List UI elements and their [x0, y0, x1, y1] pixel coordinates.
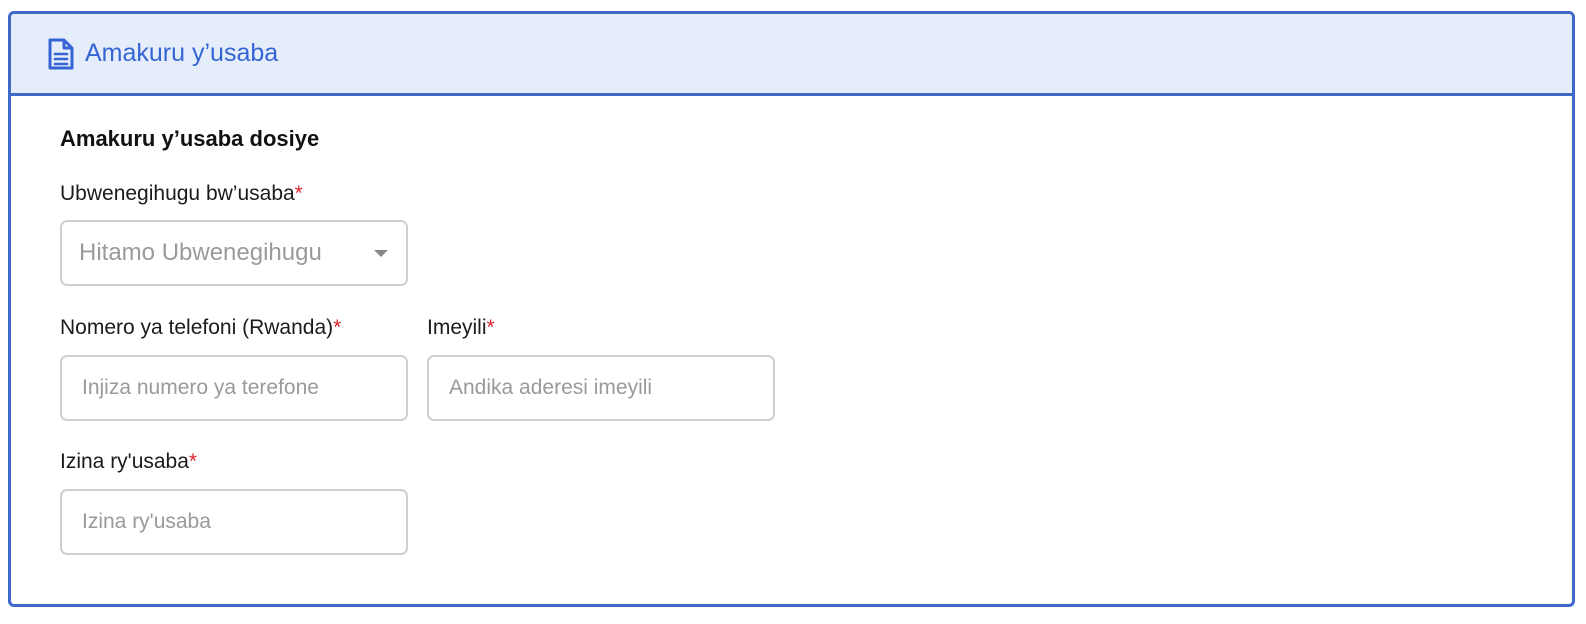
email-input[interactable]	[449, 376, 773, 400]
phone-input[interactable]	[82, 376, 406, 400]
name-field[interactable]	[60, 489, 408, 555]
required-mark: *	[188, 450, 198, 473]
nationality-label-text: Ubwenegihugu bw’usaba	[60, 182, 295, 205]
phone-field[interactable]	[60, 355, 408, 421]
phone-label: Nomero ya telefoni (Rwanda)*	[60, 316, 341, 340]
card-header: Amakuru y’usaba	[11, 14, 1572, 96]
email-field[interactable]	[427, 355, 775, 421]
nationality-select[interactable]: Hitamo Ubwenegihugu	[60, 220, 408, 286]
email-label: Imeyili*	[427, 316, 495, 340]
section-title: Amakuru y’usaba dosiye	[60, 126, 320, 151]
required-mark: *	[294, 182, 303, 205]
chevron-down-icon	[374, 249, 388, 257]
document-icon	[47, 38, 75, 70]
phone-label-text: Nomero ya telefoni (Rwanda)	[60, 316, 334, 339]
name-label-text: Izina ry'usaba	[60, 450, 189, 473]
nationality-label: Ubwenegihugu bw’usaba*	[60, 182, 303, 206]
required-mark: *	[486, 316, 495, 339]
card-title: Amakuru y’usaba	[85, 39, 279, 67]
applicant-info-card: Amakuru y’usaba Amakuru y’usaba dosiye U…	[8, 11, 1575, 607]
required-mark: *	[333, 316, 342, 339]
name-label: Izina ry'usaba*	[60, 450, 197, 474]
name-input[interactable]	[82, 510, 406, 534]
nationality-select-placeholder: Hitamo Ubwenegihugu	[79, 239, 322, 266]
email-label-text: Imeyili	[427, 316, 487, 339]
